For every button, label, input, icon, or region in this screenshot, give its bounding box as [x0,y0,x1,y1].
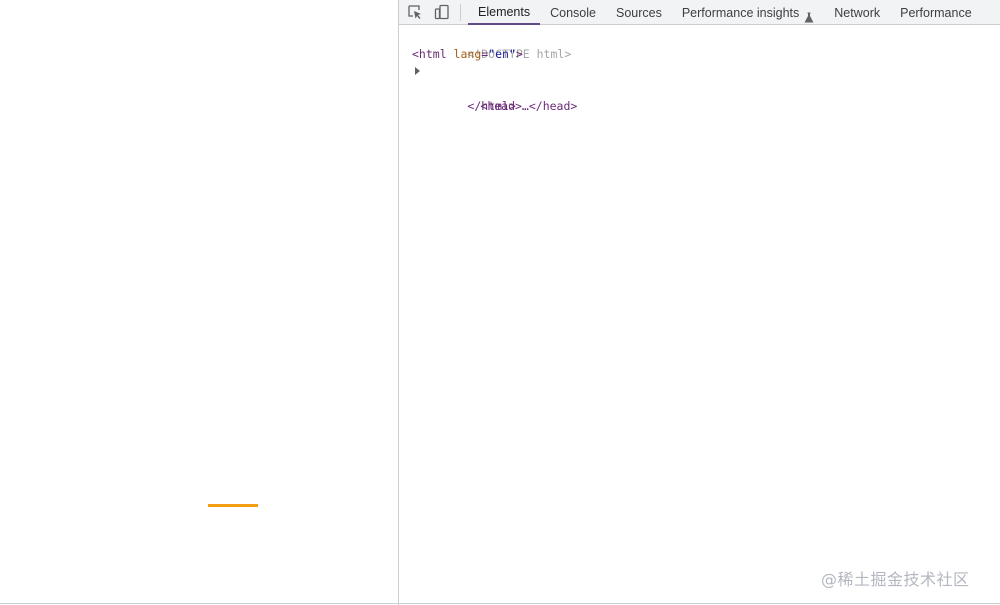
html-lang-value: "en" [488,46,516,61]
tab-elements[interactable]: Elements [468,0,541,25]
tab-label: Performance insights [681,5,800,20]
tab-sources[interactable]: Sources [606,0,672,25]
tab-label: Sources [615,5,662,20]
watermark: @稀土掘金技术社区 [821,570,970,589]
dom-node-html[interactable]: <html lang="en"> [412,46,577,64]
devtools-panel: Elements Console Sources Performance ins… [399,0,1000,605]
screen: Elements Console Sources Performance ins… [0,0,1000,605]
html-tag-open-end: > [515,46,523,61]
flask-icon [804,7,814,23]
html-tag-open: <html [412,46,454,61]
dom-node-doctype[interactable]: <!DOCTYPE html> [412,28,577,61]
tab-label: Elements [478,4,531,19]
tab-console[interactable]: Console [540,0,606,25]
tab-label: Console [550,5,596,20]
expand-arrow-icon[interactable] [415,67,420,75]
tab-performance[interactable]: Performance [890,0,982,25]
dom-tree: <!DOCTYPE html> <html lang="en"> <head>…… [412,28,577,114]
toolbar-separator [460,4,461,21]
inspect-element-icon[interactable] [406,3,424,21]
loading-bar [208,504,258,507]
dom-node-head[interactable]: <head>…</head> [412,63,577,113]
html-tag-close: </html> [467,99,516,113]
html-lang-attr: lang [453,46,482,61]
devtools-toolbar: Elements Console Sources Performance ins… [399,0,1000,25]
dom-node-html-close[interactable]: </html> [412,81,577,113]
page-viewport [0,0,398,605]
bottom-border [0,603,1000,604]
tab-label: Performance [900,5,972,20]
devtools-tabs: Elements Console Sources Performance ins… [468,0,982,25]
tab-performance-insights[interactable]: Performance insights [672,0,824,25]
tab-network[interactable]: Network [824,0,890,25]
device-toolbar-icon[interactable] [433,3,451,21]
tab-label: Network [834,5,881,20]
